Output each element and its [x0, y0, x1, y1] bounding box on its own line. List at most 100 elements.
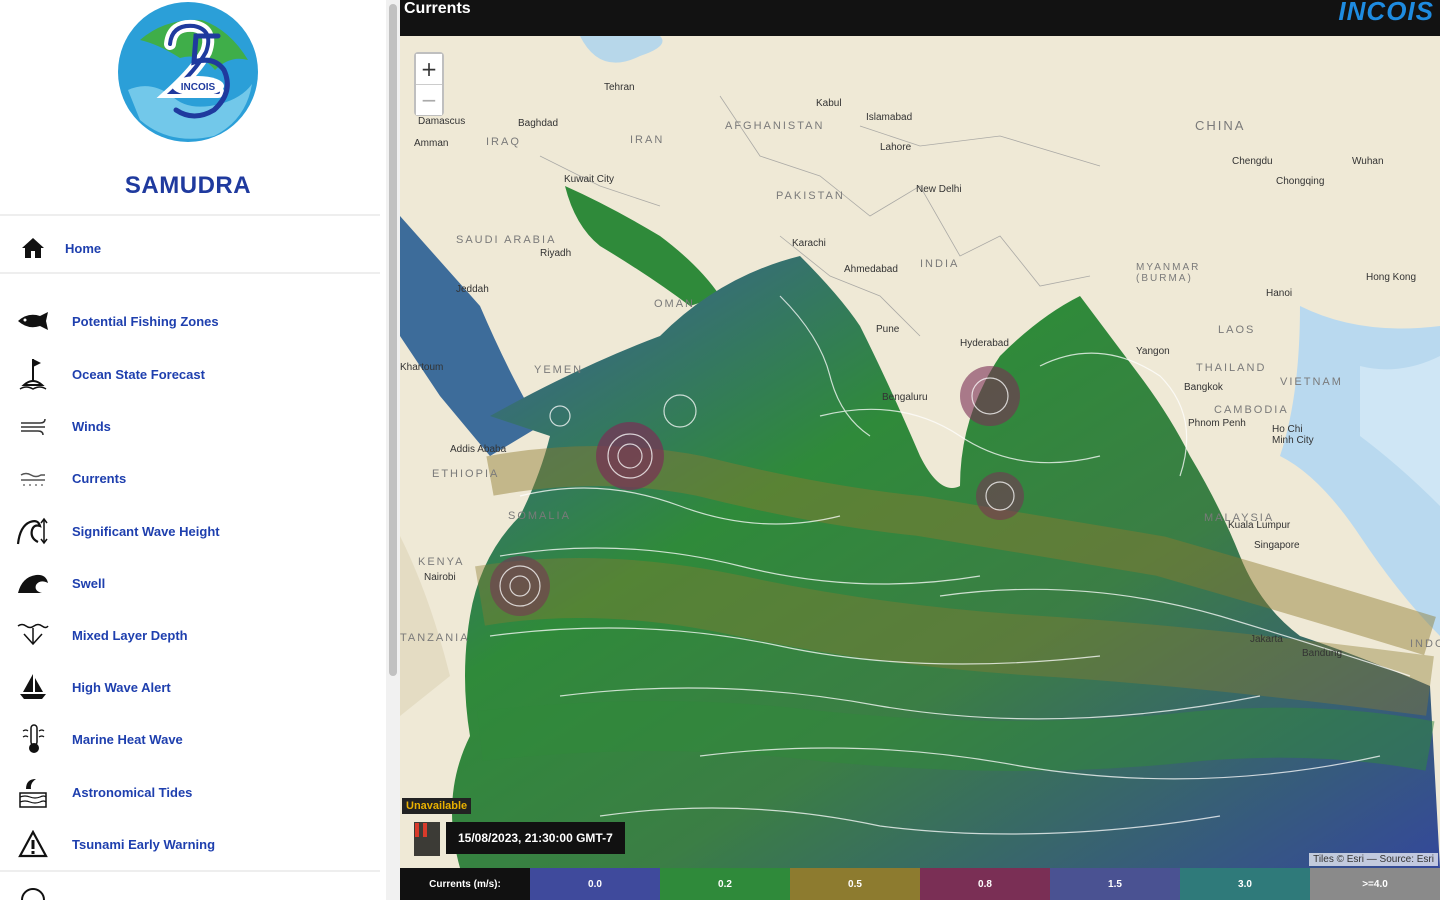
map-label: Ho Chi Minh City [1272, 424, 1314, 446]
map-label: Lahore [880, 142, 912, 153]
map-label: Karachi [792, 238, 826, 249]
map-label: MYANMAR (BURMA) [1136, 262, 1201, 284]
buoy-flag-icon [15, 356, 51, 392]
map-label: ETHIOPIA [432, 468, 500, 480]
map-label: Hyderabad [960, 338, 1009, 349]
sidebar-scrollbar[interactable] [386, 0, 400, 900]
zoom-out-button[interactable]: − [416, 85, 442, 115]
samudra-25-logo[interactable]: INCOIS [110, 0, 266, 150]
map-label: Pune [876, 324, 900, 335]
map-label: Nairobi [424, 572, 456, 583]
map-label: Chengdu [1232, 156, 1273, 167]
sidebar-item-label: Marine Heat Wave [72, 731, 183, 747]
map-label: Addis Ababa [450, 444, 507, 455]
map-label: Baghdad [518, 118, 559, 129]
map-label: SAUDI ARABIA [456, 234, 557, 246]
map-label: Riyadh [540, 248, 572, 259]
divider [0, 272, 380, 274]
sidebar-item-marine-heat-wave[interactable]: Marine Heat Wave [0, 717, 380, 761]
sidebar-item-astronomical-tides[interactable]: Astronomical Tides [0, 770, 380, 814]
timestamp-display: 15/08/2023, 21:30:00 GMT-7 [446, 822, 625, 854]
map-label: CAMBODIA [1214, 404, 1289, 416]
map-label: New Delhi [916, 184, 962, 195]
map-label: Bangkok [1184, 382, 1223, 393]
pause-icon [415, 823, 427, 837]
sidebar-item-label: Astronomical Tides [72, 784, 193, 800]
sidebar-item-label: Significant Wave Height [72, 523, 220, 539]
legend-label: Currents (m/s): [400, 868, 530, 900]
map-label: IRAN [630, 134, 665, 146]
map-label: YEMEN [534, 364, 584, 376]
divider [0, 870, 380, 872]
sidebar-item-partial[interactable] [0, 878, 380, 900]
sidebar-item-label: Home [65, 240, 102, 256]
map-label: CHINA [1195, 118, 1246, 133]
map-label: THAILAND [1196, 362, 1267, 374]
currents-map[interactable]: Tehran Kabul AFGHANISTAN CHINA Damascus … [400, 36, 1440, 868]
map-label: Jakarta [1250, 634, 1283, 645]
pause-button[interactable] [414, 822, 440, 856]
currents-legend: Currents (m/s): 0.0 0.2 0.5 0.8 1.5 3.0 … [400, 868, 1440, 900]
map-label: Bengaluru [882, 392, 928, 403]
warning-triangle-icon [15, 826, 51, 862]
map-label: Wuhan [1352, 156, 1384, 167]
zoom-control: + − [414, 52, 444, 116]
sidebar-item-potential-fishing-zones[interactable]: Potential Fishing Zones [0, 299, 380, 343]
mixed-layer-icon [15, 617, 51, 653]
page-title: Currents [404, 0, 471, 17]
map-label: OMAN [654, 298, 695, 310]
thermometer-icon [15, 721, 51, 757]
map-label: LAOS [1218, 324, 1256, 336]
sidebar-item-ocean-state-forecast[interactable]: Ocean State Forecast [0, 352, 380, 396]
map-label: Amman [414, 138, 449, 149]
map-label: Yangon [1136, 346, 1170, 357]
map-label: Bandung [1302, 648, 1343, 659]
sidebar-item-tsunami-early-warning[interactable]: Tsunami Early Warning [0, 822, 380, 866]
sidebar-item-winds[interactable]: Winds [0, 404, 380, 448]
map-label: INDIA [920, 258, 960, 270]
sidebar-item-swell[interactable]: Swell [0, 561, 380, 605]
zoom-in-button[interactable]: + [416, 54, 442, 84]
map-label: Kuwait City [564, 174, 615, 185]
wave-height-icon [15, 513, 51, 549]
swell-icon [15, 565, 51, 601]
sidebar-item-currents[interactable]: Currents [0, 456, 380, 500]
map-label: Kabul [816, 98, 842, 109]
logo-text: INCOIS [181, 82, 216, 93]
map-label: VIETNAM [1280, 376, 1343, 388]
info-icon [15, 882, 51, 900]
map-label: KENYA [418, 556, 465, 568]
map-label: SOMALIA [508, 510, 571, 522]
fish-icon [15, 303, 51, 339]
map-label: Chongqing [1276, 176, 1325, 187]
sidebar-item-label: Mixed Layer Depth [72, 627, 188, 643]
incois-logo[interactable]: INCOIS [1338, 0, 1434, 27]
legend-bin: 0.8 [920, 868, 1050, 900]
status-badge: Unavailable [402, 798, 472, 814]
map-label: INDO [1410, 638, 1440, 650]
main-panel: Currents INCOIS Tehran Kabul AFGHANISTAN… [400, 0, 1440, 900]
map-label: Damascus [418, 116, 466, 127]
legend-bin: 3.0 [1180, 868, 1310, 900]
map-label: Kuala Lumpur [1228, 520, 1291, 531]
sidebar-item-home[interactable]: Home [0, 226, 380, 270]
sidebar-item-mixed-layer-depth[interactable]: Mixed Layer Depth [0, 613, 380, 657]
map-label: Hanoi [1266, 288, 1293, 299]
sidebar: INCOIS SAMUDRA Home Potential Fishing Zo… [0, 0, 386, 900]
map-attribution: Tiles © Esri — Source: Esri [1309, 853, 1438, 866]
map-label: Ahmedabad [844, 264, 898, 275]
sidebar-item-label: Currents [72, 470, 127, 486]
map-label: Tehran [604, 82, 635, 93]
sidebar-item-label: High Wave Alert [72, 679, 171, 695]
legend-bin: >=4.0 [1310, 868, 1440, 900]
sidebar-item-high-wave-alert[interactable]: High Wave Alert [0, 665, 380, 709]
sidebar-item-significant-wave-height[interactable]: Significant Wave Height [0, 509, 380, 553]
sidebar-item-label: Tsunami Early Warning [72, 836, 216, 852]
legend-bin: 0.0 [530, 868, 660, 900]
map-label: AFGHANISTAN [725, 120, 825, 132]
header-bar: Currents INCOIS [400, 0, 1440, 36]
map-canvas[interactable] [400, 36, 1440, 868]
scrollbar-thumb[interactable] [389, 4, 397, 676]
legend-bin: 0.2 [660, 868, 790, 900]
map-label: IRAQ [486, 136, 521, 148]
